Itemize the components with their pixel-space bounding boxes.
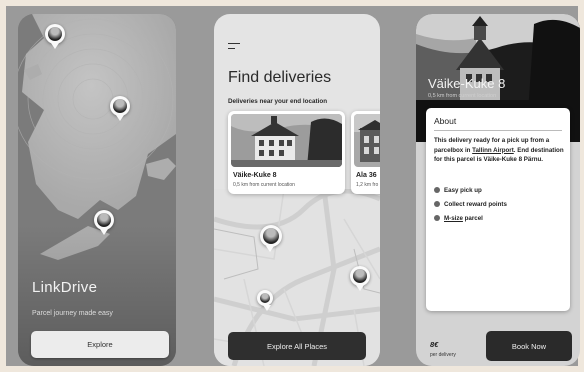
explore-all-places-button[interactable]: Explore All Places xyxy=(228,332,366,360)
explore-button[interactable]: Explore xyxy=(31,331,169,358)
bullet-icon xyxy=(434,201,440,208)
building-photo xyxy=(354,114,380,167)
map-marker[interactable] xyxy=(94,210,114,235)
price-unit: per delivery xyxy=(430,352,456,358)
card-distance: 0,5 km from current location xyxy=(233,182,295,188)
delivery-card[interactable]: Väike-Kuke 8 0,5 km from current locatio… xyxy=(228,111,345,194)
divider xyxy=(434,130,562,131)
menu-icon[interactable] xyxy=(228,43,240,50)
size-link[interactable]: M-size xyxy=(444,215,463,222)
book-now-button[interactable]: Book Now xyxy=(486,331,572,361)
find-deliveries-screen: Find deliveries Deliveries near your end… xyxy=(214,14,380,366)
origin-link[interactable]: Tallinn Airport xyxy=(472,147,514,154)
about-description: This delivery ready for a pick up from a… xyxy=(434,137,564,163)
app-name: LinkDrive xyxy=(32,279,98,296)
feature-item: M-size parcel xyxy=(434,215,483,222)
bullet-icon xyxy=(434,215,440,222)
delivery-title: Väike-Kuke 8 xyxy=(428,76,506,91)
delivery-card[interactable]: Ala 36 1,2 km fro xyxy=(351,111,380,194)
app-tagline: Parcel journey made easy xyxy=(32,310,113,317)
about-heading: About xyxy=(434,116,457,126)
welcome-screen: LinkDrive Parcel journey made easy Explo… xyxy=(18,14,176,366)
map-marker[interactable] xyxy=(110,96,130,121)
map-marker[interactable] xyxy=(350,266,370,291)
building-photo xyxy=(231,114,342,167)
section-subtitle: Deliveries near your end location xyxy=(228,98,328,105)
feature-item: Collect reward points xyxy=(434,201,507,208)
delivery-detail-screen: Väike-Kuke 8 0,5 km from current locatio… xyxy=(416,14,580,366)
page-title: Find deliveries xyxy=(228,69,332,86)
map-marker[interactable] xyxy=(257,290,273,311)
showcase-canvas: LinkDrive Parcel journey made easy Explo… xyxy=(6,6,580,366)
bullet-icon xyxy=(434,187,440,194)
feature-item: Easy pick up xyxy=(434,187,482,194)
about-card: About This delivery ready for a pick up … xyxy=(426,108,570,311)
card-title: Ala 36 xyxy=(356,172,377,179)
card-distance: 1,2 km fro xyxy=(356,182,379,188)
price: 8€ xyxy=(430,340,439,349)
delivery-distance: 0,5 km from current location xyxy=(428,93,497,99)
map-marker[interactable] xyxy=(260,225,282,252)
map-marker[interactable] xyxy=(45,24,65,49)
card-title: Väike-Kuke 8 xyxy=(233,172,277,179)
